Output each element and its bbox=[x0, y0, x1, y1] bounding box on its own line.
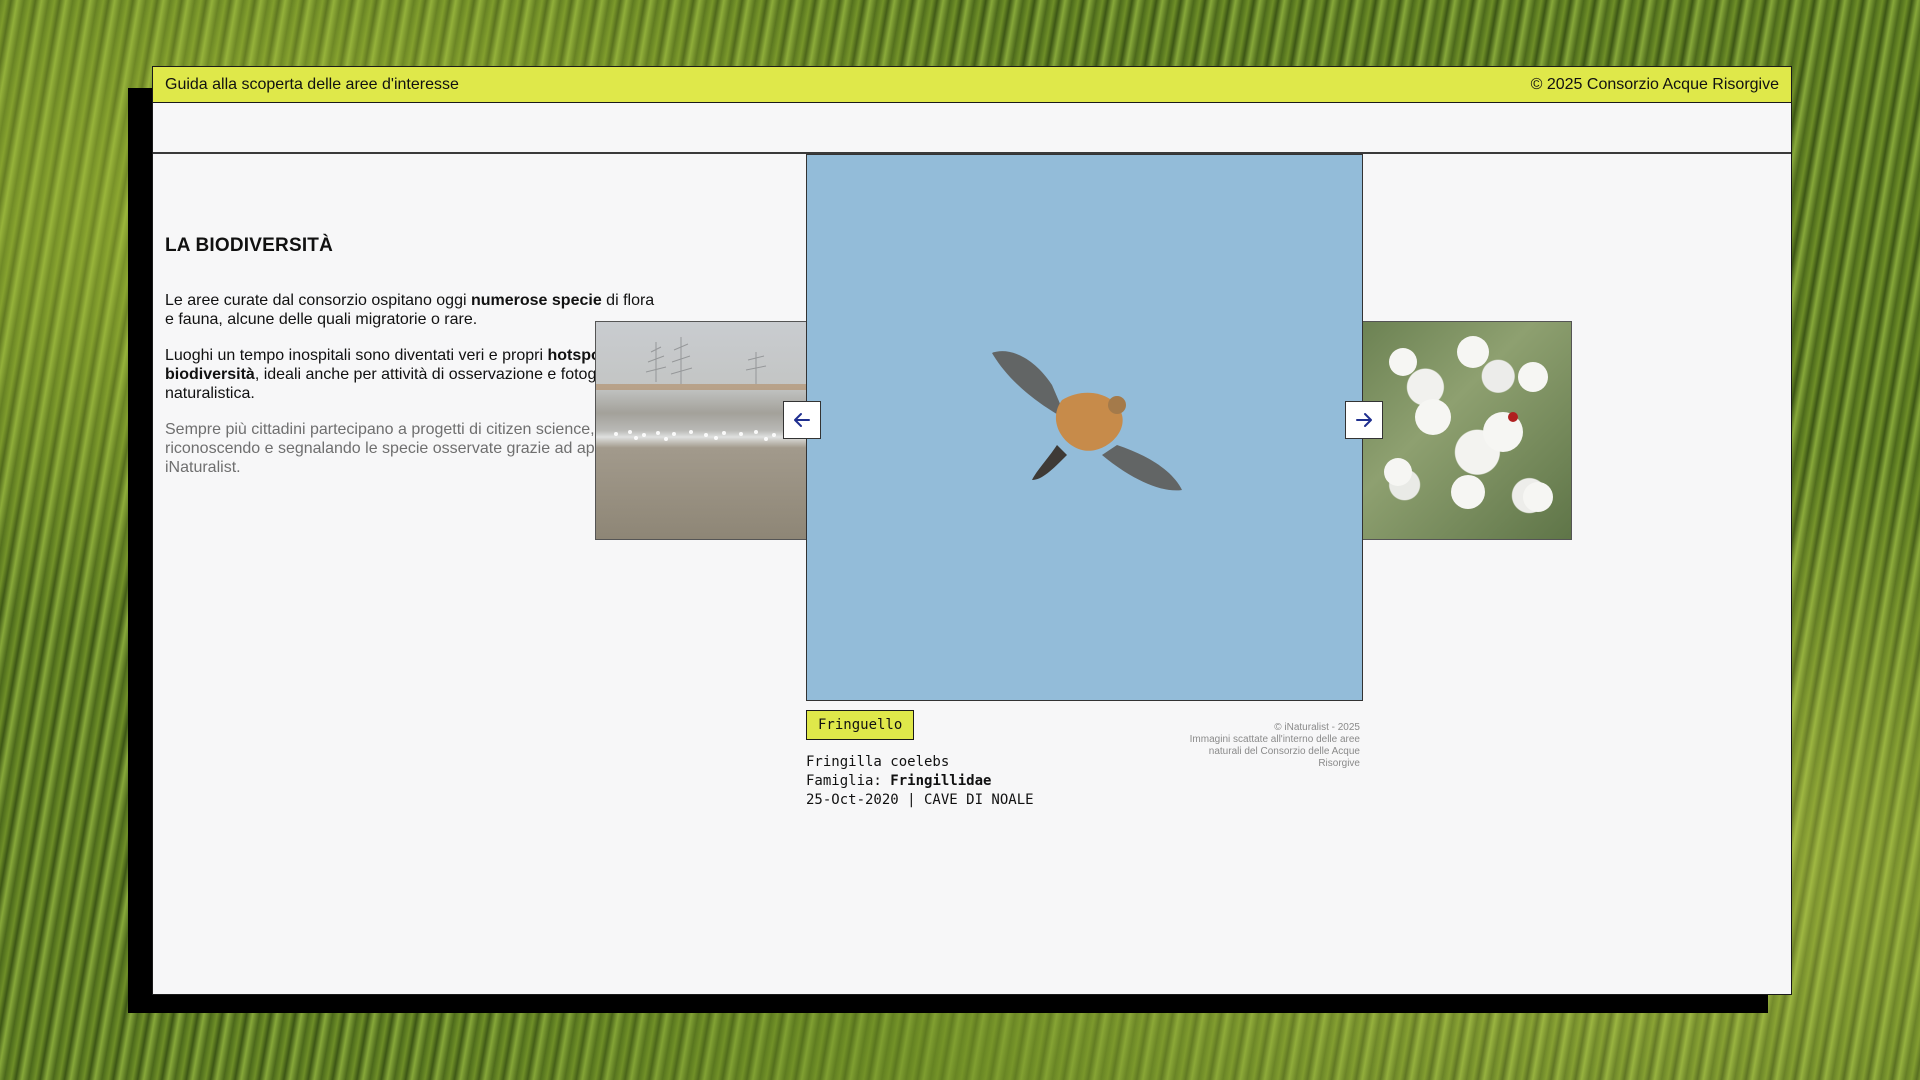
chaffinch-bird-image bbox=[992, 351, 1182, 491]
arrow-left-icon bbox=[794, 413, 810, 427]
field-with-birds-image bbox=[596, 337, 806, 441]
section-title: LA BIODIVERSITÀ bbox=[165, 235, 334, 256]
white-flowers-image bbox=[1384, 336, 1553, 512]
paragraph-citizen-science: Sempre più cittadini partecipano a proge… bbox=[165, 421, 648, 476]
paragraph-species: Le aree curate dal consorzio ospitano og… bbox=[165, 292, 655, 328]
gallery-prev-button[interactable] bbox=[783, 401, 821, 439]
sub-header bbox=[153, 103, 1791, 154]
top-bar: Guida alla scoperta delle aree d'interes… bbox=[153, 67, 1791, 103]
gallery-next-thumbnail[interactable] bbox=[1362, 321, 1572, 540]
species-latin-name: Fringilla coelebs bbox=[806, 754, 950, 770]
species-family: Famiglia: Fringillidae bbox=[806, 773, 992, 789]
copyright-text: © 2025 Consorzio Acque Risorgive bbox=[1530, 75, 1779, 93]
main-species-photo bbox=[806, 154, 1363, 701]
photo-credit: © iNaturalist - 2025 Immagini scattate a… bbox=[1180, 722, 1360, 770]
species-name-tag: Fringuello bbox=[806, 710, 915, 740]
credit-description: Immagini scattate all'interno delle aree… bbox=[1189, 734, 1360, 769]
gallery-next-button[interactable] bbox=[1345, 401, 1383, 439]
species-metadata: Fringilla coelebs Famiglia: Fringillidae… bbox=[806, 753, 1034, 810]
credit-source: © iNaturalist - 2025 bbox=[1274, 722, 1360, 733]
gallery-prev-thumbnail[interactable] bbox=[595, 321, 807, 540]
arrow-right-icon bbox=[1356, 413, 1372, 427]
biodiversity-text-block: LA BIODIVERSITÀ Le aree curate dal conso… bbox=[165, 235, 655, 494]
observation-date-location: 25-Oct-2020 | CAVE DI NOALE bbox=[806, 792, 1034, 808]
guide-title: Guida alla scoperta delle aree d'interes… bbox=[165, 75, 459, 93]
paragraph-hotspot: Luoghi un tempo inospitali sono diventat… bbox=[165, 347, 628, 402]
